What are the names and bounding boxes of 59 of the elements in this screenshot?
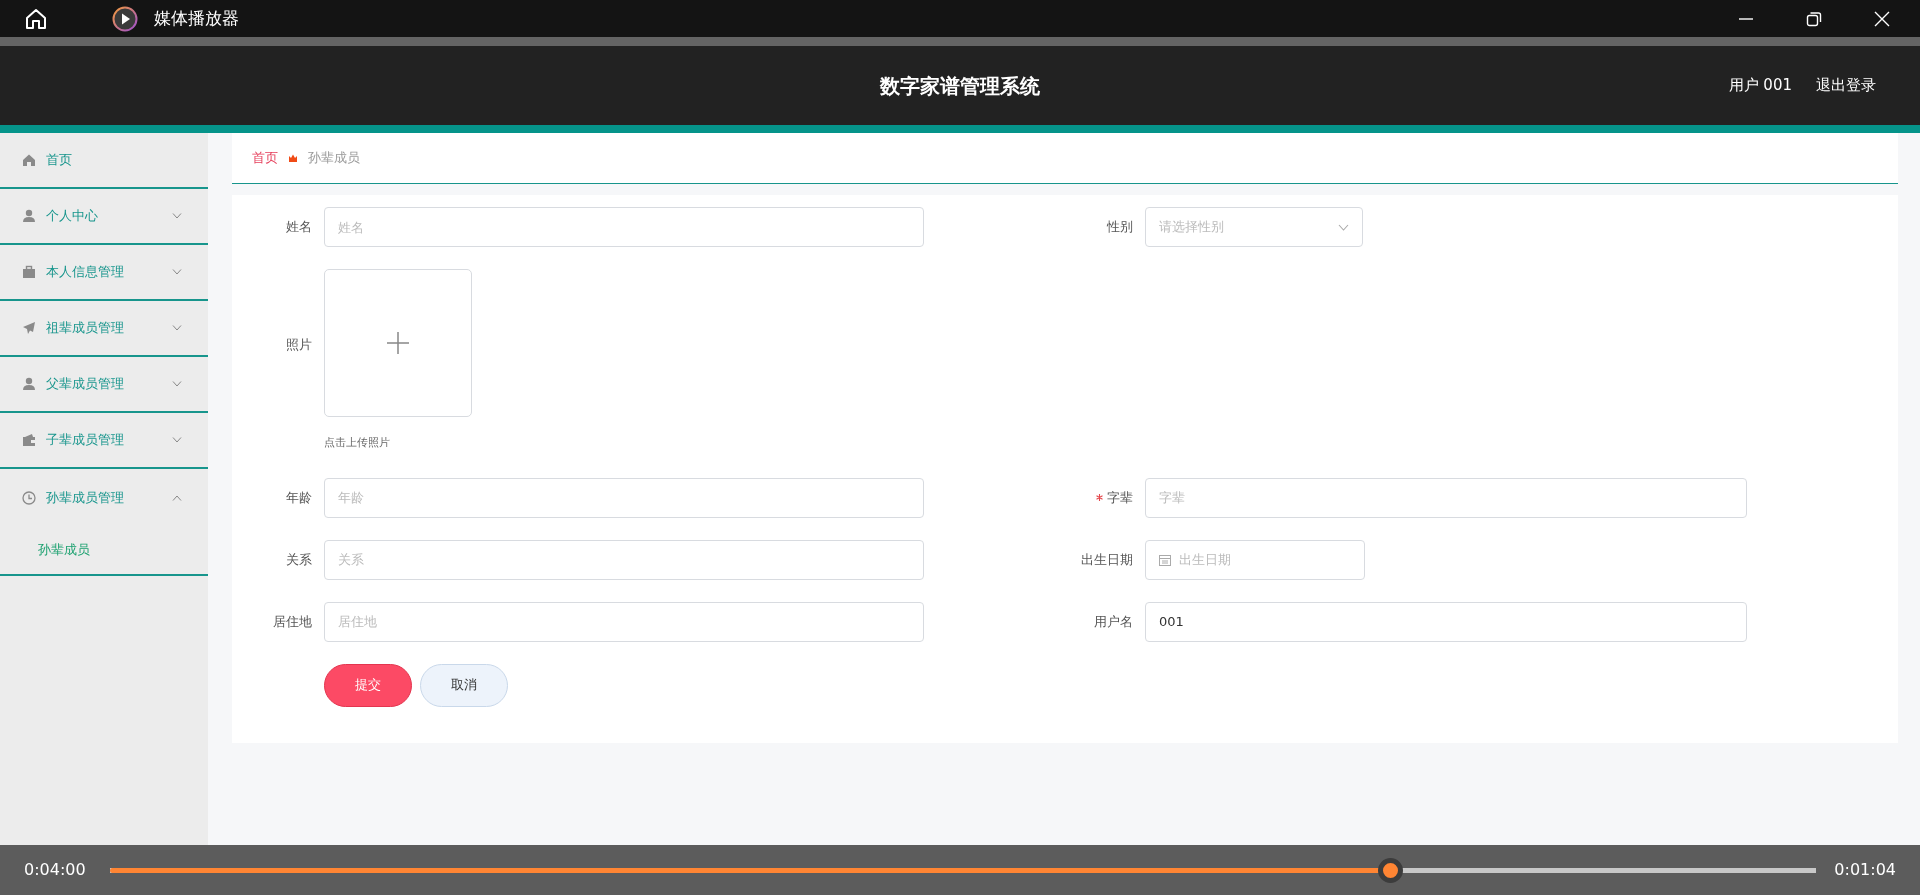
upload-hint: 点击上传照片 [324, 435, 391, 451]
wallet-icon [22, 433, 36, 447]
field-label: 关系 [286, 550, 312, 569]
field-label: 出生日期 [1081, 550, 1133, 569]
user-label: 用户 001 [1728, 75, 1792, 97]
clock-icon [22, 490, 36, 505]
field-label: 年龄 [286, 488, 312, 507]
home-icon [22, 153, 36, 167]
sidebar-item[interactable]: 本人信息管理 [0, 245, 208, 299]
field-label: 字辈 [1107, 488, 1133, 507]
remaining-time: 0:01:04 [1834, 859, 1896, 881]
chevron-down-icon [172, 325, 182, 331]
field-label: 姓名 [286, 218, 312, 237]
crown-icon [288, 153, 298, 163]
input-field[interactable]: 字辈 [1145, 477, 1747, 518]
sidebar-item[interactable]: 子辈成员管理 [0, 413, 208, 467]
chevron-down-icon [172, 381, 182, 387]
chevron-down-icon [172, 213, 182, 219]
breadcrumb-item: 孙辈成员 [308, 149, 360, 168]
submenu-item[interactable]: 孙辈成员 [0, 526, 208, 574]
briefcase-icon [22, 265, 36, 279]
cancel-button[interactable]: 取消 [420, 663, 508, 707]
play-icon [112, 5, 138, 32]
field-label: 居住地 [273, 612, 312, 631]
window-title: 媒体播放器 [154, 6, 239, 30]
chevron-up-icon [172, 494, 182, 501]
input-field[interactable]: 居住地 [324, 601, 924, 642]
sidebar-item[interactable]: 祖辈成员管理 [0, 301, 208, 355]
person-icon [22, 377, 36, 391]
input-field[interactable]: 关系 [324, 539, 924, 580]
field-label: 用户名 [1094, 612, 1133, 631]
calendar-icon [1159, 553, 1171, 566]
date-field[interactable]: 出生日期 [1145, 539, 1365, 580]
sidebar-item[interactable]: 父辈成员管理 [0, 357, 208, 411]
home-icon[interactable] [24, 6, 48, 31]
select-field[interactable]: 请选择性别 [1145, 207, 1363, 247]
close-icon[interactable] [1874, 10, 1890, 27]
sidebar-item[interactable]: 孙辈成员管理 [0, 469, 208, 526]
restore-icon[interactable] [1806, 10, 1822, 27]
person-icon [22, 209, 36, 223]
chevron-down-icon [172, 437, 182, 443]
submit-button[interactable]: 提交 [324, 663, 412, 707]
elapsed-time: 0:04:00 [24, 859, 86, 881]
input-field[interactable]: 001 [1145, 601, 1747, 642]
chevron-down-icon [1338, 223, 1349, 231]
progress-thumb[interactable] [1377, 857, 1403, 883]
paper-plane-icon [22, 321, 36, 335]
required-icon [1096, 494, 1103, 501]
chevron-down-icon [172, 269, 182, 275]
breadcrumb-item[interactable]: 首页 [252, 148, 278, 168]
logout-link[interactable]: 退出登录 [1816, 74, 1876, 97]
input-field[interactable]: 年龄 [324, 477, 924, 518]
sidebar-item[interactable]: 首页 [0, 133, 208, 187]
plus-icon [387, 332, 409, 354]
field-label: 性别 [1107, 218, 1133, 237]
app-title: 数字家谱管理系统 [880, 72, 1040, 100]
sidebar-item[interactable]: 个人中心 [0, 189, 208, 243]
input-field[interactable]: 姓名 [324, 207, 924, 247]
field-label: 照片 [286, 336, 312, 354]
